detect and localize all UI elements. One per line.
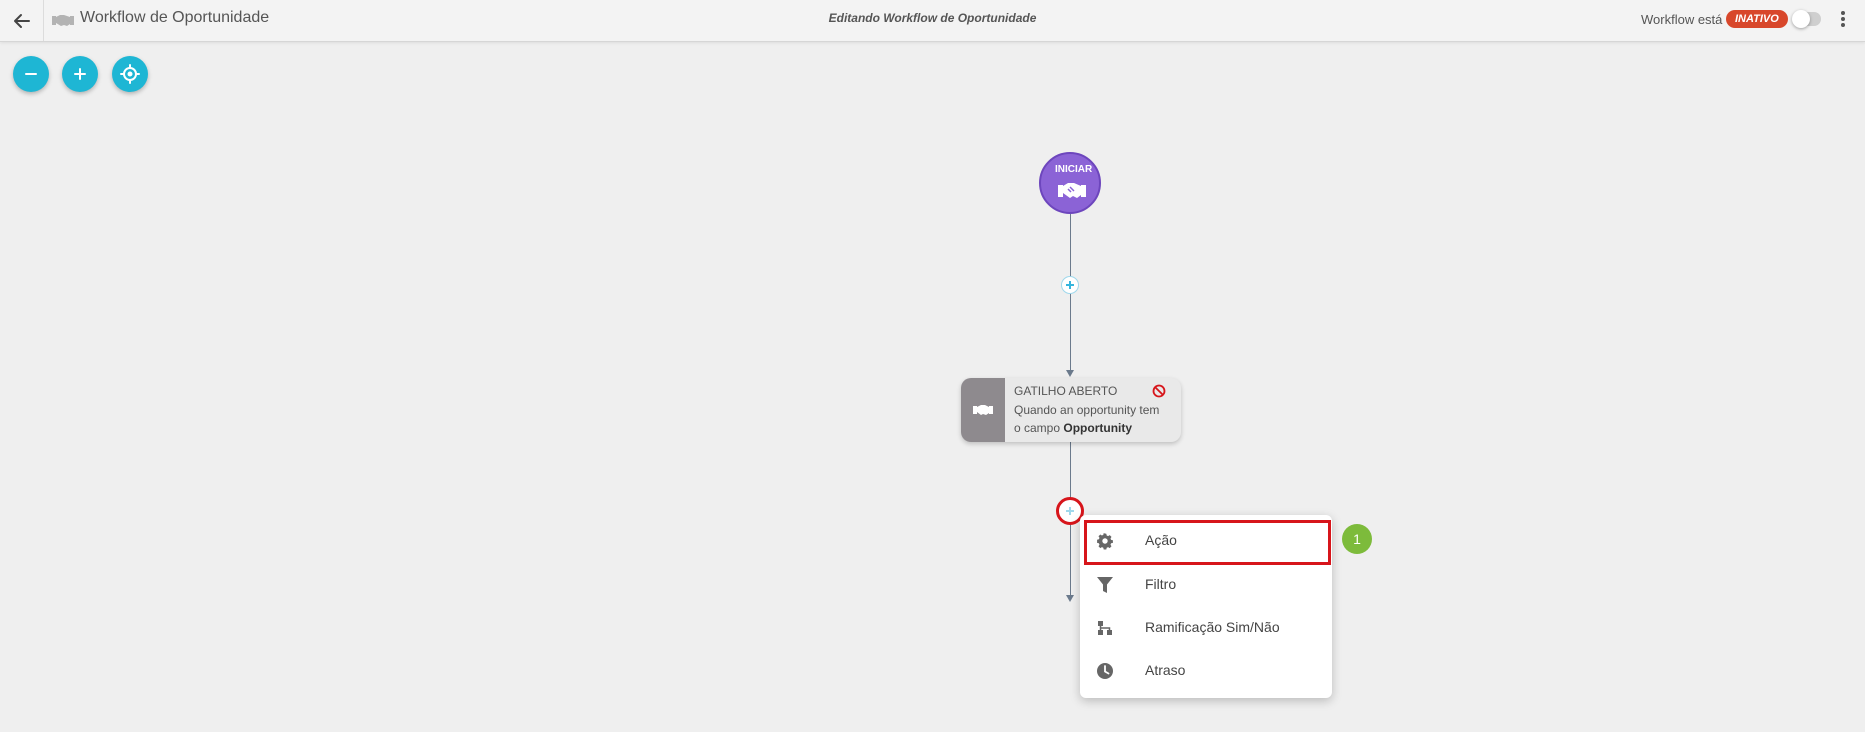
disabled-icon[interactable] [1152, 384, 1166, 398]
menu-item-filtro[interactable]: Filtro [1080, 566, 1332, 604]
minus-icon [25, 73, 37, 75]
clock-icon [1097, 663, 1113, 679]
menu-item-label: Atraso [1145, 662, 1186, 678]
menu-item-ramificacao[interactable]: Ramificação Sim/Não [1080, 609, 1332, 647]
trigger-desc-prefix: o campo [1014, 421, 1061, 435]
handshake-icon [1058, 183, 1086, 198]
gear-icon [1097, 533, 1113, 550]
zoom-out-button[interactable] [13, 56, 49, 92]
connector-arrow [1066, 595, 1074, 602]
trigger-side [961, 378, 1005, 442]
menu-item-acao[interactable]: Ação [1080, 522, 1332, 560]
branch-icon [1098, 621, 1112, 635]
status-badge: INATIVO [1726, 10, 1788, 28]
step-number-badge: 1 [1342, 524, 1372, 554]
center-view-button[interactable] [112, 56, 148, 92]
editing-title: Editando Workflow de Oportunidade [828, 11, 1037, 25]
menu-item-atraso[interactable]: Atraso [1080, 652, 1332, 690]
handshake-icon [973, 405, 993, 415]
filter-icon [1097, 577, 1113, 593]
start-label: INICIAR [1055, 164, 1093, 175]
trigger-desc-line1: Quando an opportunity tem [1014, 403, 1160, 417]
trigger-card[interactable]: GATILHO ABERTO Quando an opportunity tem… [961, 378, 1181, 442]
menu-item-label: Ação [1145, 532, 1177, 548]
connector-arrow [1066, 370, 1074, 377]
menu-item-label: Filtro [1145, 576, 1177, 592]
trigger-title: GATILHO ABERTO [1014, 384, 1118, 398]
locate-icon [120, 64, 140, 84]
trigger-field-name: Opportunity [1063, 421, 1133, 435]
menu-item-label: Ramificação Sim/Não [1145, 619, 1280, 635]
start-node[interactable]: INICIAR [1039, 152, 1101, 214]
trigger-description: Quando an opportunity tem o campo Opport… [1014, 401, 1179, 437]
more-options-icon[interactable] [1838, 11, 1848, 31]
activate-toggle[interactable] [1792, 10, 1821, 28]
top-bar: Workflow de Oportunidade Editando Workfl… [0, 0, 1865, 42]
add-step-button[interactable] [1061, 276, 1079, 294]
zoom-in-button[interactable] [62, 56, 98, 92]
step-type-menu: Ação Filtro Ramificação Sim/Não Atraso [1080, 515, 1332, 698]
plus-icon [1066, 281, 1074, 289]
plus-icon [1066, 507, 1074, 515]
plus-icon [74, 68, 86, 80]
toggle-knob [1792, 10, 1810, 28]
status-label: Workflow está [1641, 12, 1723, 27]
